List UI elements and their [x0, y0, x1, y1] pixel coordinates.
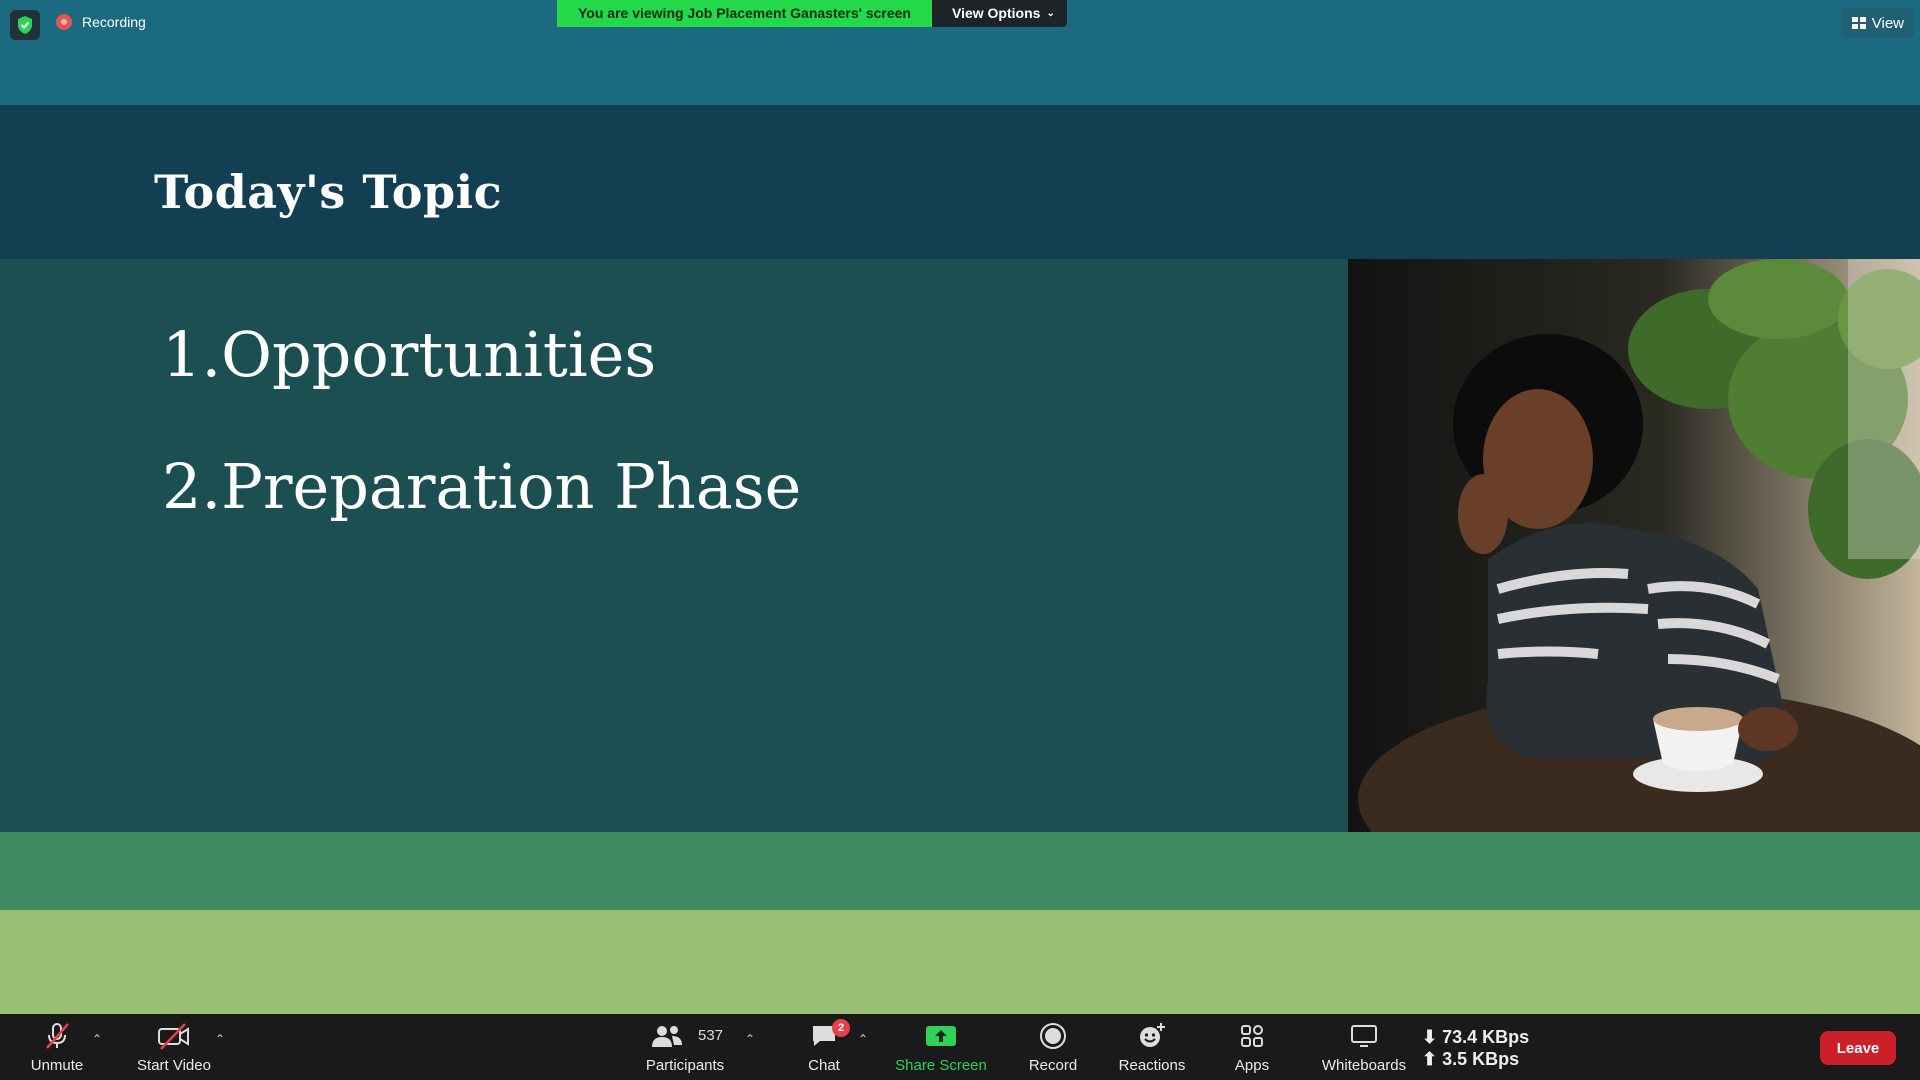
- security-shield-icon[interactable]: [10, 10, 40, 40]
- participants-button[interactable]: 537 Participants: [640, 1014, 730, 1080]
- recording-label: Recording: [82, 14, 146, 30]
- view-button[interactable]: View: [1841, 8, 1914, 38]
- start-video-button[interactable]: Start Video: [134, 1014, 214, 1080]
- slide-title: Today's Topic: [154, 165, 503, 219]
- apps-icon: [1239, 1019, 1265, 1053]
- network-bandwidth: ⬇ 73.4 KBps ⬆ 3.5 KBps: [1422, 1026, 1529, 1070]
- unmute-button[interactable]: Unmute: [26, 1014, 88, 1080]
- share-screen-icon: [926, 1019, 956, 1053]
- participants-count: 537: [698, 1027, 724, 1044]
- viewing-screen-message: You are viewing Job Placement Ganasters'…: [557, 0, 932, 27]
- leave-button[interactable]: Leave: [1820, 1031, 1896, 1065]
- whiteboard-icon: [1350, 1019, 1378, 1053]
- apps-button[interactable]: Apps: [1232, 1014, 1272, 1080]
- slide-photo-woman-with-coffee: [1348, 259, 1920, 832]
- slide-footer-band-light: [0, 910, 1920, 1014]
- upload-arrow-icon: ⬆: [1422, 1049, 1438, 1069]
- share-screen-label: Share Screen: [895, 1057, 987, 1074]
- upload-rate: 3.5 KBps: [1442, 1049, 1520, 1069]
- unmute-label: Unmute: [30, 1057, 84, 1074]
- muted-microphone-icon: [42, 1019, 72, 1053]
- start-video-label: Start Video: [137, 1057, 211, 1074]
- reactions-button[interactable]: Reactions: [1118, 1014, 1186, 1080]
- meeting-toolbar: Unmute ⌃ Start Video ⌃ 537 Participants …: [0, 1014, 1920, 1080]
- share-screen-button[interactable]: Share Screen: [893, 1014, 989, 1080]
- whiteboards-label: Whiteboards: [1321, 1057, 1407, 1074]
- chat-button[interactable]: 2 Chat: [800, 1014, 850, 1080]
- record-button[interactable]: Record: [1025, 1014, 1081, 1080]
- slide-footer-band: [0, 832, 1920, 910]
- download-rate: 73.4 KBps: [1442, 1027, 1530, 1047]
- chat-options-caret-icon[interactable]: ⌃: [858, 1032, 868, 1046]
- download-arrow-icon: ⬇: [1422, 1027, 1438, 1047]
- chat-label: Chat: [808, 1057, 840, 1074]
- record-label: Record: [1028, 1057, 1078, 1074]
- whiteboards-button[interactable]: Whiteboards: [1318, 1014, 1410, 1080]
- view-options-label: View Options: [952, 5, 1041, 21]
- reactions-label: Reactions: [1118, 1057, 1186, 1074]
- view-options-button[interactable]: View Options ⌄: [932, 0, 1067, 27]
- participants-label: Participants: [645, 1057, 725, 1074]
- apps-label: Apps: [1234, 1057, 1270, 1074]
- topic-item: 1.Opportunities: [162, 318, 657, 391]
- chat-unread-badge: 2: [832, 1019, 850, 1037]
- recording-icon: [56, 14, 72, 30]
- participants-icon: 537: [640, 1019, 730, 1053]
- audio-options-caret-icon[interactable]: ⌃: [92, 1032, 102, 1046]
- view-label: View: [1871, 14, 1904, 32]
- chevron-down-icon: ⌄: [1046, 8, 1055, 19]
- screen-share-banner: You are viewing Job Placement Ganasters'…: [557, 0, 1067, 27]
- grid-view-icon: [1851, 17, 1866, 29]
- reactions-smiley-icon: [1137, 1019, 1167, 1053]
- video-options-caret-icon[interactable]: ⌃: [215, 1032, 225, 1046]
- recording-indicator[interactable]: Recording: [56, 14, 146, 30]
- topic-item: 2.Preparation Phase: [162, 450, 802, 523]
- record-icon: [1039, 1019, 1067, 1053]
- participants-options-caret-icon[interactable]: ⌃: [745, 1032, 755, 1046]
- chat-icon: 2: [810, 1019, 850, 1053]
- video-off-icon: [157, 1019, 191, 1053]
